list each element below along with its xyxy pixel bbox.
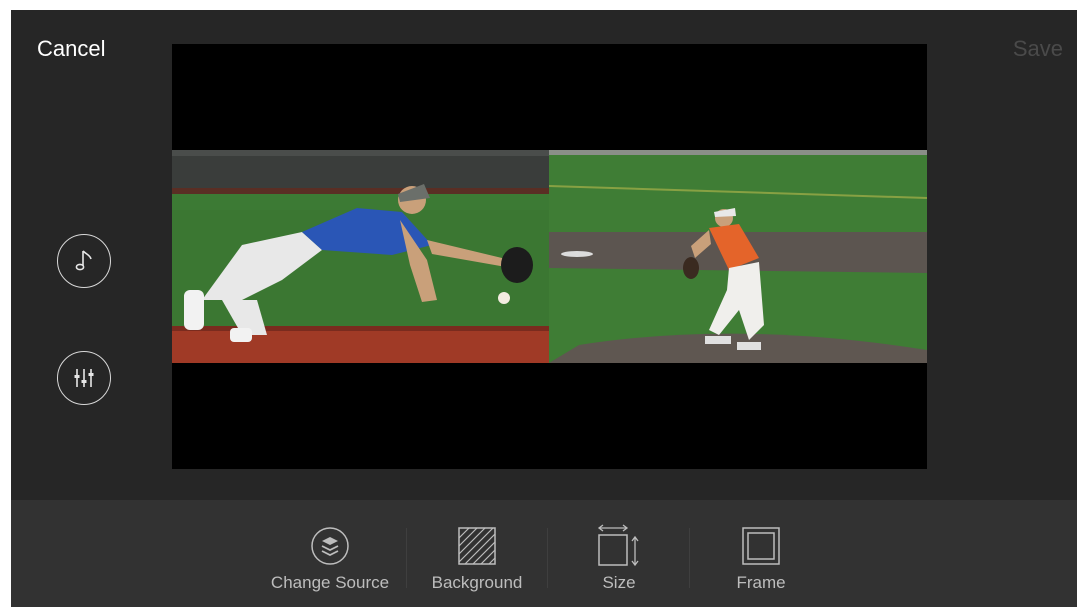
change-source-label: Change Source xyxy=(270,573,390,592)
music-button[interactable] xyxy=(57,234,111,288)
frame-icon xyxy=(742,527,780,565)
audio-mixer-button[interactable] xyxy=(57,351,111,405)
video-editor: Cancel Save Change Source Background Siz… xyxy=(11,10,1077,607)
mixer-sliders-icon xyxy=(74,369,94,387)
toolbar-divider xyxy=(547,528,548,588)
resize-icon xyxy=(597,524,639,567)
change-source-button[interactable]: Change Source xyxy=(260,500,400,607)
bottom-toolbar: Change Source Background Size Frame xyxy=(11,500,1077,607)
background-button[interactable]: Background xyxy=(421,500,533,607)
frame-button[interactable]: Frame xyxy=(711,500,811,607)
toolbar-divider xyxy=(689,528,690,588)
background-label: Background xyxy=(431,573,523,592)
frame-label: Frame xyxy=(736,573,786,592)
music-note-icon xyxy=(75,250,92,271)
right-clip[interactable] xyxy=(549,150,927,363)
baseball-fielder-image xyxy=(172,150,549,363)
size-button[interactable]: Size xyxy=(574,500,664,607)
size-label: Size xyxy=(602,573,636,592)
background-pattern-icon xyxy=(458,527,496,565)
layers-icon xyxy=(311,527,349,565)
cancel-button[interactable]: Cancel xyxy=(37,36,105,62)
left-clip[interactable] xyxy=(172,150,549,363)
toolbar-divider xyxy=(406,528,407,588)
video-preview[interactable] xyxy=(172,44,927,469)
baseball-pitcher-image xyxy=(549,150,927,363)
save-button[interactable]: Save xyxy=(1013,36,1063,62)
